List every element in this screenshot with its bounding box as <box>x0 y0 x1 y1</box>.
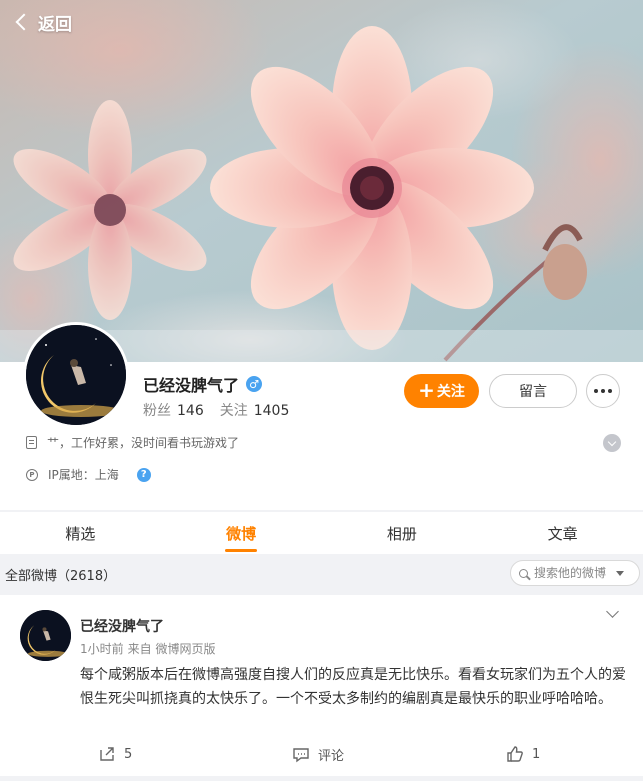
post-author[interactable]: 已经没脾气了 <box>80 616 164 636</box>
cover-image: 返回 <box>0 0 643 362</box>
tab-label: 微博 <box>226 524 257 543</box>
post-search[interactable] <box>510 560 640 586</box>
tab-label: 精选 <box>65 524 96 543</box>
more-options-button[interactable] <box>586 374 620 408</box>
like-count: 1 <box>532 746 541 762</box>
post-source: 来自 微博网页版 <box>127 642 216 656</box>
avatar[interactable] <box>23 322 129 428</box>
post-text: 每个咸粥版本后在微博高强度自搜人们的反应真是无比快乐。看看女玩家们为五个人的爱恨… <box>80 667 626 707</box>
message-button[interactable]: 留言 <box>489 374 577 408</box>
ip-location: IP属地：上海 <box>48 468 119 482</box>
post-avatar[interactable] <box>20 610 71 661</box>
like-button[interactable]: 1 <box>506 745 540 763</box>
ip-row: P IP属地：上海 ? <box>26 466 151 483</box>
more-dot-icon <box>608 389 612 393</box>
comment-label: 评论 <box>318 749 345 764</box>
chevron-left-icon <box>15 13 33 31</box>
post-card: 已经没脾气了 1小时前 来自 微博网页版 每个咸粥版本后在微博高强度自搜人们的反… <box>0 595 643 776</box>
caret-down-icon[interactable] <box>616 570 624 576</box>
follow-label: 关注 <box>436 384 465 400</box>
repost-button[interactable]: 5 <box>98 745 132 763</box>
following-label: 关注 <box>219 403 248 419</box>
tab-album[interactable]: 相册 <box>322 512 483 554</box>
all-posts-filter[interactable]: 全部微博（2618） <box>5 565 116 584</box>
tab-label: 文章 <box>547 524 578 543</box>
post-meta: 1小时前 来自 微博网页版 <box>80 640 215 657</box>
fans-stat[interactable]: 粉丝 146 <box>143 400 204 420</box>
expand-profile-icon[interactable] <box>603 434 621 452</box>
back-label: 返回 <box>38 14 72 35</box>
message-label: 留言 <box>519 384 547 400</box>
thumbs-up-icon <box>507 746 523 762</box>
post-time[interactable]: 1小时前 <box>80 640 124 657</box>
share-icon <box>100 747 114 761</box>
more-dot-icon <box>594 389 598 393</box>
more-dot-icon <box>601 389 605 393</box>
profile-stats: 粉丝 146 关注 1405 <box>143 400 289 420</box>
comment-button[interactable]: 评论 <box>292 745 344 764</box>
profile-tabs: 精选 微博 相册 文章 <box>0 512 643 554</box>
search-icon <box>519 568 528 578</box>
bio-text: 艹，工作好累，没时间看书玩游戏了 <box>47 436 240 450</box>
help-icon[interactable]: ? <box>136 467 151 482</box>
tab-articles[interactable]: 文章 <box>482 512 643 554</box>
post-actions: 5 评论 1 <box>0 745 643 769</box>
fans-count: 146 <box>177 403 204 419</box>
follow-button[interactable]: + 关注 <box>404 374 479 408</box>
repost-count: 5 <box>124 746 133 762</box>
post-options-chevron-icon[interactable] <box>606 605 619 618</box>
post-search-input[interactable] <box>534 566 612 580</box>
fans-label: 粉丝 <box>143 403 171 419</box>
profile-card: 已经没脾气了 ♂ 粉丝 146 关注 1405 + 关注 留言 艹，工作好累，没时间… <box>0 322 643 510</box>
ip-location-icon: P <box>26 468 38 481</box>
male-icon: ♂ <box>246 376 263 392</box>
plus-icon: + <box>418 378 435 402</box>
bio-icon <box>26 436 37 449</box>
tab-weibo[interactable]: 微博 <box>161 512 322 554</box>
profile-name: 已经没脾气了 <box>143 376 240 395</box>
filter-bar: 全部微博（2618） <box>0 556 643 592</box>
following-stat[interactable]: 关注 1405 <box>220 400 290 420</box>
tab-featured[interactable]: 精选 <box>0 512 161 554</box>
bio-row: 艹，工作好累，没时间看书玩游戏了 <box>26 434 239 451</box>
following-count: 1405 <box>253 403 290 419</box>
tab-label: 相册 <box>386 524 417 543</box>
profile-name-row: 已经没脾气了 ♂ <box>143 372 263 396</box>
comment-icon <box>293 747 309 762</box>
back-button[interactable]: 返回 <box>14 8 72 36</box>
